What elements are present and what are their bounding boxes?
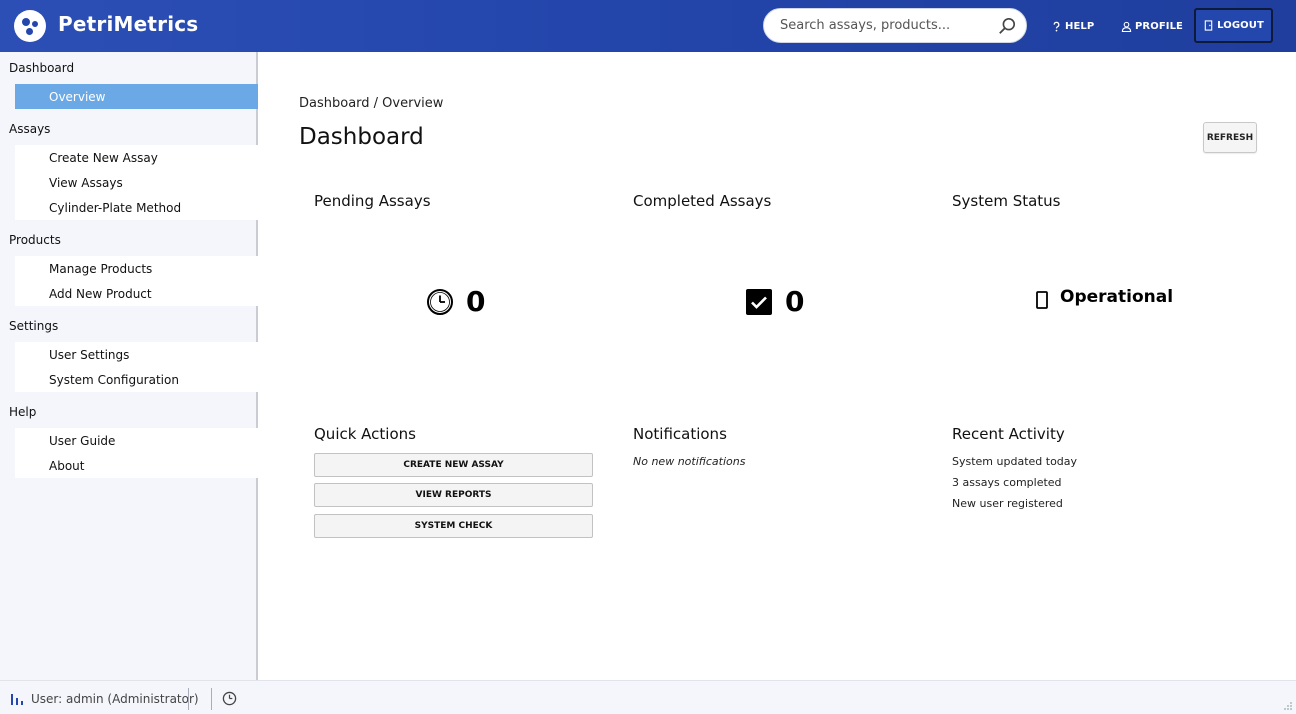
pending-assays-count: 0 [466, 285, 486, 318]
search-box[interactable] [763, 8, 1027, 43]
notifications-title: Notifications [633, 425, 727, 443]
device-icon [1036, 291, 1048, 309]
sidebar-item-user-settings[interactable]: User Settings [15, 342, 258, 367]
activity-item: System updated today [952, 455, 1078, 468]
user-icon [1121, 21, 1132, 32]
activity-item: 3 assays completed [952, 476, 1062, 489]
pending-assays-metric: 0 [426, 285, 485, 318]
page-title: Dashboard [299, 124, 424, 150]
sidebar-section-settings[interactable]: Settings [0, 310, 256, 342]
status-separator [211, 688, 212, 710]
door-icon [1204, 20, 1213, 31]
search-icon[interactable] [998, 17, 1016, 35]
app-name: PetriMetrics [58, 12, 199, 36]
sidebar: Dashboard Overview Assays Create New Ass… [0, 52, 258, 680]
sidebar-item-about[interactable]: About [15, 453, 258, 478]
search-input[interactable] [780, 18, 1000, 33]
system-status-value: Operational [1060, 287, 1174, 307]
breadcrumb: Dashboard / Overview [299, 96, 444, 111]
profile-label: PROFILE [1135, 20, 1183, 32]
question-icon [1053, 21, 1060, 31]
logout-button[interactable]: LOGOUT [1194, 8, 1273, 43]
view-reports-button[interactable]: VIEW REPORTS [314, 483, 593, 507]
sidebar-section-dashboard[interactable]: Dashboard [0, 52, 256, 84]
completed-assays-metric: 0 [745, 285, 804, 318]
sidebar-item-cylinder-plate-method[interactable]: Cylinder-Plate Method [15, 195, 258, 220]
checkbox-checked-icon [746, 288, 772, 315]
completed-assays-count: 0 [785, 285, 805, 318]
resize-grip-icon[interactable] [1283, 701, 1293, 711]
refresh-button[interactable]: REFRESH [1203, 122, 1257, 153]
completed-assays-title: Completed Assays [633, 192, 772, 210]
create-new-assay-button[interactable]: CREATE NEW ASSAY [314, 453, 593, 477]
sidebar-item-view-assays[interactable]: View Assays [15, 170, 258, 195]
help-button[interactable]: HELP [1051, 12, 1094, 40]
system-status-metric: Operational [1036, 285, 1173, 309]
main-content: Dashboard / Overview Dashboard REFRESH P… [260, 52, 1296, 680]
sidebar-item-add-new-product[interactable]: Add New Product [15, 281, 258, 306]
quick-actions-title: Quick Actions [314, 425, 416, 443]
sidebar-item-manage-products[interactable]: Manage Products [15, 256, 258, 281]
recent-activity-title: Recent Activity [952, 425, 1065, 443]
sidebar-item-user-guide[interactable]: User Guide [15, 428, 258, 453]
pending-assays-title: Pending Assays [314, 192, 431, 210]
sidebar-item-overview[interactable]: Overview [15, 84, 258, 109]
activity-item: New user registered [952, 497, 1063, 510]
petri-dish-logo-icon[interactable] [14, 10, 46, 42]
sidebar-section-products[interactable]: Products [0, 224, 256, 256]
sidebar-item-create-new-assay[interactable]: Create New Assay [15, 145, 258, 170]
signal-bars-icon [11, 694, 23, 705]
help-label: HELP [1065, 20, 1095, 32]
notifications-empty-text: No new notifications [633, 455, 746, 468]
clock-icon [427, 288, 453, 315]
system-status-title: System Status [952, 192, 1061, 210]
top-header: PetriMetrics HELP PROFILE LOGOUT [0, 0, 1296, 52]
sidebar-section-help[interactable]: Help [0, 396, 256, 428]
sidebar-section-assays[interactable]: Assays [0, 113, 256, 145]
current-user-text: User: admin (Administrator) [31, 692, 199, 706]
clock-icon[interactable] [222, 691, 237, 706]
sidebar-item-system-configuration[interactable]: System Configuration [15, 367, 258, 392]
profile-button[interactable]: PROFILE [1121, 12, 1183, 40]
status-separator [188, 688, 189, 710]
system-check-button[interactable]: SYSTEM CHECK [314, 514, 593, 538]
logout-label: LOGOUT [1217, 20, 1264, 31]
status-bar: User: admin (Administrator) [0, 680, 1296, 714]
